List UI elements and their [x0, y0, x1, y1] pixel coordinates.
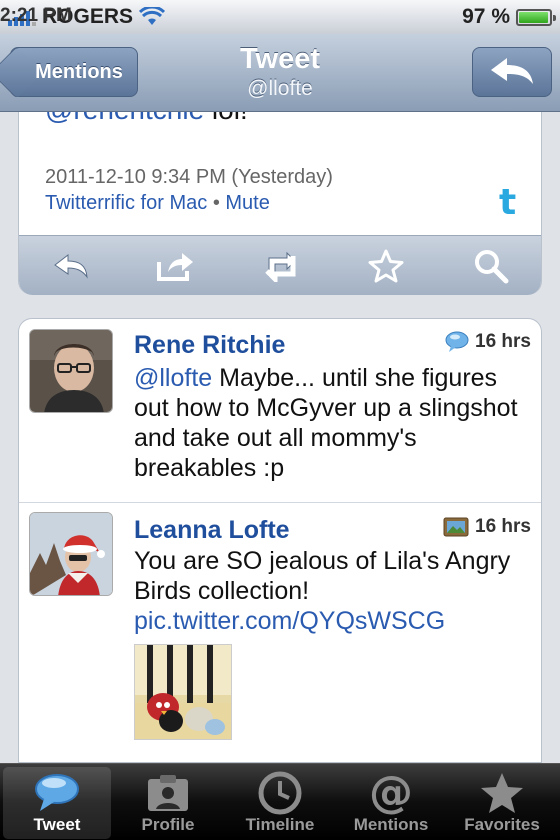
- mute-link[interactable]: Mute: [225, 192, 269, 214]
- tweet-age: 16 hrs: [443, 516, 531, 538]
- star-icon: [481, 773, 523, 813]
- conversation-list: Rene Ritchie 16 hrs @llofte Maybe... unt…: [18, 318, 542, 763]
- list-item[interactable]: Rene Ritchie 16 hrs @llofte Maybe... unt…: [19, 319, 541, 503]
- status-bar: ROGERS 2:21 PM 97 %: [0, 0, 560, 34]
- tab-profile[interactable]: Profile: [114, 767, 222, 839]
- reply-icon[interactable]: [51, 246, 91, 286]
- tweet-body: @llofte Maybe... until she figures out h…: [134, 363, 524, 483]
- tweet-age-label: 16 hrs: [475, 516, 531, 537]
- tweet-action-bar: [19, 235, 541, 295]
- tweet-age: 16 hrs: [445, 331, 531, 353]
- reply-arrow-icon: [491, 58, 533, 84]
- share-icon[interactable]: [156, 246, 196, 286]
- separator: •: [212, 192, 220, 214]
- photo-thumbnail[interactable]: [134, 644, 232, 740]
- retweet-icon[interactable]: [261, 246, 301, 286]
- tweet-timestamp: 2011-12-10 9:34 PM (Yesterday): [45, 166, 333, 188]
- reply-button[interactable]: [472, 47, 552, 97]
- photo-link[interactable]: pic.twitter.com/QYQsWSCG: [134, 607, 445, 635]
- tweet-body: You are SO jealous of Lila's Angry Birds…: [134, 546, 524, 636]
- mention-link[interactable]: @llofte: [134, 364, 212, 392]
- tab-label: Tweet: [33, 815, 81, 834]
- search-icon[interactable]: [471, 246, 511, 286]
- tab-label: Favorites: [464, 815, 540, 834]
- back-button-label: Mentions: [35, 60, 123, 83]
- avatar[interactable]: [29, 329, 113, 413]
- tab-bar: Tweet Profile Timeline @ Mentions Favori…: [0, 763, 560, 840]
- avatar[interactable]: [29, 512, 113, 596]
- favorite-icon[interactable]: [366, 246, 406, 286]
- photo-icon: [443, 517, 469, 537]
- battery-percent: 97 %: [462, 5, 510, 28]
- tab-label: Profile: [141, 815, 195, 834]
- clock-icon: [258, 771, 302, 815]
- tweet-detail: @reneritchie lol! 2011-12-10 9:34 PM (Ye…: [18, 112, 542, 295]
- tab-mentions[interactable]: @ Mentions: [337, 767, 445, 839]
- twitter-logo-icon: t: [499, 182, 517, 223]
- tweet-text: lol!: [204, 112, 248, 125]
- client-link[interactable]: Twitterrific for Mac: [45, 192, 207, 214]
- author-name[interactable]: Rene Ritchie: [134, 331, 285, 360]
- tab-label: Timeline: [245, 815, 315, 834]
- navigation-bar: Mentions Tweet @llofte: [0, 34, 560, 112]
- at-icon: @: [369, 767, 413, 818]
- tab-label: Mentions: [353, 815, 429, 834]
- tab-favorites[interactable]: Favorites: [448, 767, 556, 839]
- tweet-age-label: 16 hrs: [475, 331, 531, 352]
- mention-link[interactable]: @reneritchie: [45, 112, 204, 125]
- tweet-text: You are SO jealous of Lila's Angry Birds…: [134, 547, 511, 605]
- battery-icon: [516, 8, 556, 26]
- reply-bubble-icon: [445, 331, 469, 352]
- tab-tweet[interactable]: Tweet: [3, 767, 111, 839]
- tweet-text-partial: @reneritchie lol!: [45, 112, 248, 126]
- profile-icon: [148, 775, 188, 811]
- tab-timeline[interactable]: Timeline: [226, 767, 334, 839]
- list-item[interactable]: Leanna Lofte 16 hrs You are SO jealous o…: [19, 504, 541, 762]
- speech-bubble-icon: [35, 774, 79, 811]
- author-name[interactable]: Leanna Lofte: [134, 516, 290, 545]
- back-button[interactable]: Mentions: [10, 47, 138, 97]
